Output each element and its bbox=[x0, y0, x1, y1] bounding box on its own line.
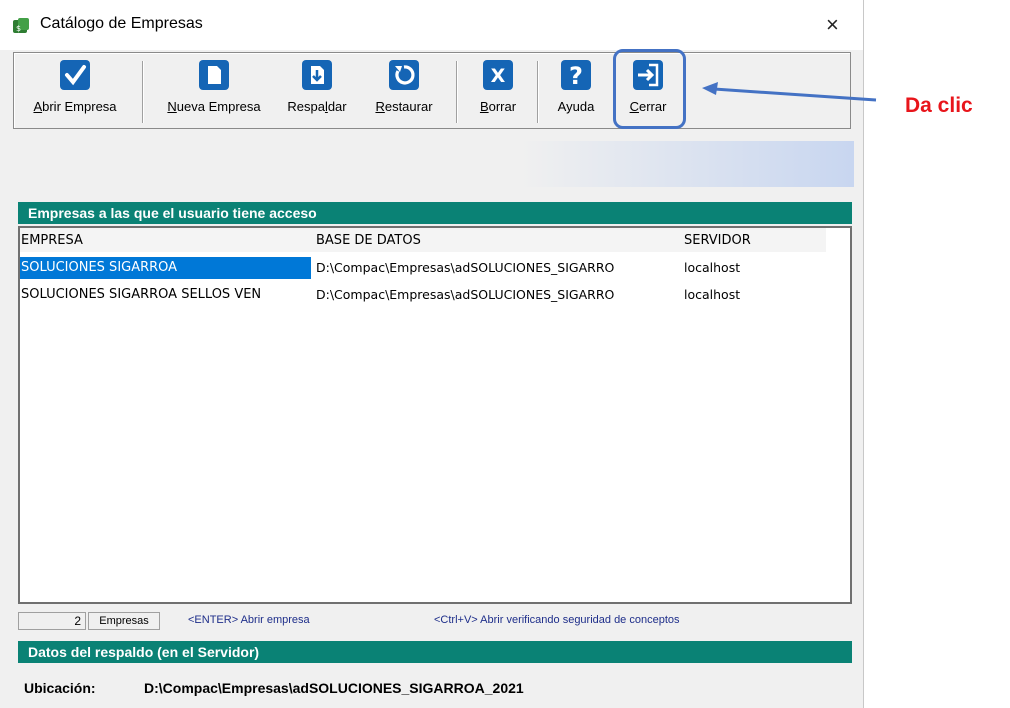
location-value: D:\Compac\Empresas\adSOLUCIONES_SIGARROA… bbox=[144, 680, 524, 696]
toolbar-separator bbox=[456, 61, 458, 123]
backup-icon bbox=[302, 60, 332, 90]
ayuda-button[interactable]: ? Ayuda bbox=[548, 59, 604, 125]
window-title: Catálogo de Empresas bbox=[40, 15, 203, 32]
abrir-empresa-button[interactable]: Abrir Empresa bbox=[18, 59, 132, 125]
title-bar: $ Catálogo de Empresas × bbox=[0, 0, 863, 50]
help-question-icon: ? bbox=[561, 60, 591, 90]
delete-x-icon: X bbox=[483, 60, 513, 90]
nueva-empresa-button[interactable]: Nueva Empresa bbox=[154, 59, 274, 125]
respaldar-label: Respaldar bbox=[287, 99, 347, 114]
svg-text:X: X bbox=[491, 65, 506, 87]
servidor-cell: localhost bbox=[684, 260, 741, 275]
empresa-cell: SOLUCIONES SIGARROA SELLOS VEN bbox=[21, 287, 262, 302]
abrir-empresa-label: Abrir Empresa bbox=[33, 99, 117, 114]
column-header-servidor[interactable]: SERVIDOR bbox=[684, 233, 751, 248]
app-icon: $ bbox=[13, 18, 29, 33]
restaurar-button[interactable]: Restaurar bbox=[362, 59, 446, 125]
checkmark-icon bbox=[60, 60, 90, 90]
ayuda-label: Ayuda bbox=[557, 99, 595, 114]
status-bar: 2 Empresas <ENTER> Abrir empresa <Ctrl+V… bbox=[18, 612, 852, 632]
borrar-button[interactable]: X Borrar bbox=[472, 59, 524, 125]
new-document-icon bbox=[199, 60, 229, 90]
respaldar-button[interactable]: Respaldar bbox=[278, 59, 356, 125]
enter-hint: <ENTER> Abrir empresa bbox=[188, 614, 310, 626]
annotation-text: Da clic bbox=[905, 94, 973, 117]
companies-section-header: Empresas a las que el usuario tiene acce… bbox=[18, 202, 852, 224]
servidor-cell: localhost bbox=[684, 287, 741, 302]
table-row[interactable]: SOLUCIONES SIGARROA D:\Compac\Empresas\a… bbox=[20, 257, 850, 279]
empresa-cell: SOLUCIONES SIGARROA bbox=[20, 257, 311, 279]
column-header-base-datos[interactable]: BASE DE DATOS bbox=[316, 233, 421, 248]
column-header-empresa[interactable]: EMPRESA bbox=[21, 233, 83, 248]
base-datos-cell: D:\Compac\Empresas\adSOLUCIONES_SIGARRO bbox=[316, 260, 615, 275]
toolbar-separator bbox=[142, 61, 144, 123]
catalog-window: $ Catálogo de Empresas × Abrir Empresa N… bbox=[0, 0, 864, 708]
companies-list[interactable]: EMPRESA BASE DE DATOS SERVIDOR SOLUCIONE… bbox=[18, 226, 852, 604]
borrar-label: Borrar bbox=[479, 99, 517, 114]
info-banner bbox=[18, 141, 854, 187]
company-count-label: Empresas bbox=[88, 612, 160, 630]
company-count: 2 bbox=[18, 612, 86, 630]
ctrlv-hint: <Ctrl+V> Abrir verificando seguridad de … bbox=[434, 614, 680, 626]
backup-section-header: Datos del respaldo (en el Servidor) bbox=[18, 641, 852, 663]
svg-text:$: $ bbox=[16, 24, 21, 33]
restaurar-label: Restaurar bbox=[375, 99, 433, 114]
annotation-arrow-icon bbox=[702, 82, 877, 102]
location-label: Ubicación: bbox=[24, 680, 96, 696]
toolbar-separator bbox=[537, 61, 539, 123]
nueva-empresa-label: Nueva Empresa bbox=[167, 99, 261, 114]
list-header: EMPRESA BASE DE DATOS SERVIDOR bbox=[20, 228, 826, 252]
close-window-button[interactable]: × bbox=[826, 12, 839, 38]
base-datos-cell: D:\Compac\Empresas\adSOLUCIONES_SIGARRO bbox=[316, 287, 615, 302]
svg-text:?: ? bbox=[569, 62, 583, 90]
table-row[interactable]: SOLUCIONES SIGARROA SELLOS VEN D:\Compac… bbox=[20, 284, 850, 306]
restore-icon bbox=[389, 60, 419, 90]
cerrar-highlight-box bbox=[613, 49, 686, 129]
